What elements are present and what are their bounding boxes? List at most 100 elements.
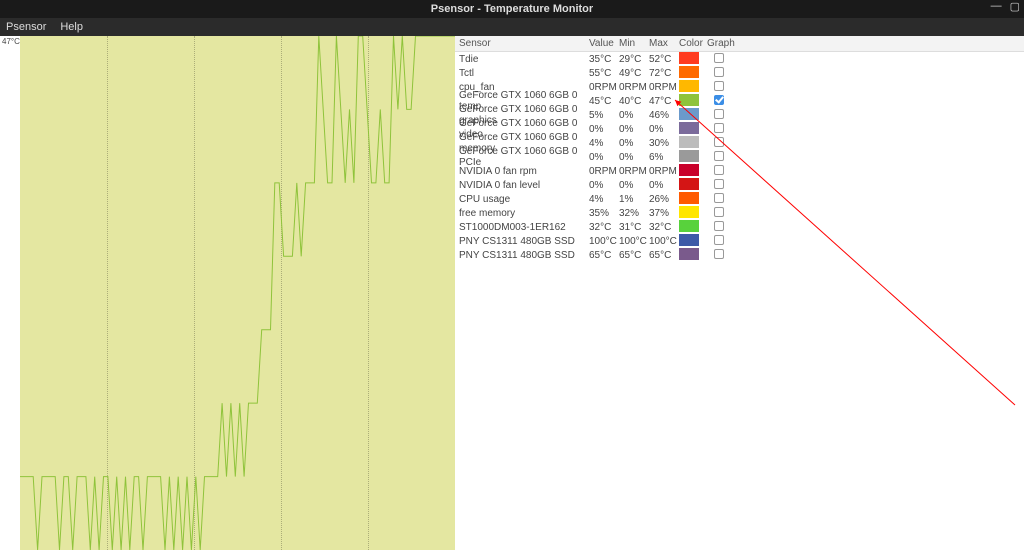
table-row[interactable]: ST1000DM003-1ER16232°C31°C32°C [455,220,1024,234]
cell-max: 0% [645,122,675,137]
cell-max: 37% [645,206,675,221]
table-row[interactable]: GeForce GTX 1060 6GB 0 PCIe0%0%6% [455,150,1024,164]
table-row[interactable]: Tctl55°C49°C72°C [455,66,1024,80]
cell-min: 65°C [615,248,645,263]
header-min[interactable]: Min [615,36,645,51]
cell-min: 0% [615,150,645,165]
cell-max: 6% [645,150,675,165]
window-controls: — ▢ [991,0,1020,13]
cell-max: 65°C [645,248,675,263]
table-row[interactable]: NVIDIA 0 fan rpm0RPM0RPM0RPM [455,164,1024,178]
table-row[interactable]: NVIDIA 0 fan level0%0%0% [455,178,1024,192]
cell-sensor: ST1000DM003-1ER162 [455,220,585,235]
cell-min: 0% [615,122,645,137]
cell-sensor: NVIDIA 0 fan rpm [455,164,585,179]
graph-checkbox[interactable] [714,67,724,77]
cell-sensor: free memory [455,206,585,221]
menubar: Psensor Help [0,18,1024,36]
cell-sensor: NVIDIA 0 fan level [455,178,585,193]
graph-checkbox[interactable] [714,151,724,161]
cell-sensor: PNY CS1311 480GB SSD [455,248,585,263]
table-row[interactable]: PNY CS1311 480GB SSD65°C65°C65°C [455,248,1024,262]
graph-checkbox[interactable] [714,81,724,91]
cell-value: 5% [585,108,615,123]
graph-checkbox[interactable] [714,235,724,245]
table-body: Tdie35°C29°C52°CTctl55°C49°C72°Ccpu_fan0… [455,52,1024,262]
graph-checkbox[interactable] [714,165,724,175]
cell-max: 100°C [645,234,675,249]
maximize-icon[interactable]: ▢ [1010,0,1020,13]
graph-checkbox[interactable] [714,123,724,133]
graph-checkbox[interactable] [714,221,724,231]
cell-min: 49°C [615,66,645,81]
graph-checkbox[interactable] [714,193,724,203]
cell-value: 0% [585,122,615,137]
table-row[interactable]: Tdie35°C29°C52°C [455,52,1024,66]
cell-value: 55°C [585,66,615,81]
cell-sensor: Tdie [455,52,585,67]
cell-value: 0% [585,150,615,165]
header-value[interactable]: Value [585,36,615,51]
graph-checkbox[interactable] [714,137,724,147]
graph-checkbox[interactable] [714,249,724,259]
titlebar: Psensor - Temperature Monitor — ▢ [0,0,1024,18]
cell-min: 0% [615,108,645,123]
graph-checkbox[interactable] [714,53,724,63]
cell-color[interactable] [675,246,703,265]
cell-value: 4% [585,192,615,207]
graph-checkbox[interactable] [714,207,724,217]
cell-value: 100°C [585,234,615,249]
cell-max: 46% [645,108,675,123]
header-sensor[interactable]: Sensor [455,36,585,51]
cell-max: 32°C [645,220,675,235]
header-max[interactable]: Max [645,36,675,51]
cell-graph[interactable] [703,247,735,264]
window-title: Psensor - Temperature Monitor [431,3,593,15]
cell-value: 65°C [585,248,615,263]
graph-checkbox[interactable] [714,95,724,105]
y-axis-label: 47°C [2,37,20,46]
chart-svg [20,36,455,550]
cell-max: 0RPM [645,80,675,95]
cell-value: 0RPM [585,164,615,179]
minimize-icon[interactable]: — [991,0,1002,13]
cell-min: 32% [615,206,645,221]
graph-checkbox[interactable] [714,109,724,119]
cell-value: 45°C [585,94,615,109]
cell-sensor: CPU usage [455,192,585,207]
cell-min: 1% [615,192,645,207]
cell-value: 0RPM [585,80,615,95]
sensor-table: Sensor Value Min Max Color Graph Tdie35°… [455,36,1024,550]
cell-max: 0% [645,178,675,193]
menu-psensor[interactable]: Psensor [6,21,46,33]
table-header: Sensor Value Min Max Color Graph [455,36,1024,52]
cell-min: 40°C [615,94,645,109]
cell-value: 0% [585,178,615,193]
cell-min: 29°C [615,52,645,67]
cell-max: 72°C [645,66,675,81]
cell-value: 4% [585,136,615,151]
cell-value: 32°C [585,220,615,235]
cell-min: 31°C [615,220,645,235]
graph-pane: 47°C [0,36,455,550]
cell-max: 52°C [645,52,675,67]
cell-min: 0% [615,136,645,151]
cell-min: 0% [615,178,645,193]
table-row[interactable]: PNY CS1311 480GB SSD100°C100°C100°C [455,234,1024,248]
graph-checkbox[interactable] [714,179,724,189]
cell-value: 35% [585,206,615,221]
cell-max: 30% [645,136,675,151]
cell-min: 0RPM [615,80,645,95]
cell-sensor: Tctl [455,66,585,81]
cell-sensor: PNY CS1311 480GB SSD [455,234,585,249]
menu-help[interactable]: Help [60,21,83,33]
cell-max: 47°C [645,94,675,109]
table-row[interactable]: CPU usage4%1%26% [455,192,1024,206]
cell-min: 0RPM [615,164,645,179]
header-graph[interactable]: Graph [703,36,735,51]
table-row[interactable]: free memory35%32%37% [455,206,1024,220]
cell-value: 35°C [585,52,615,67]
chart-line [20,36,455,550]
content: 47°C Sensor Value Min Max Color Graph Td… [0,36,1024,550]
graph-area[interactable] [20,36,455,550]
